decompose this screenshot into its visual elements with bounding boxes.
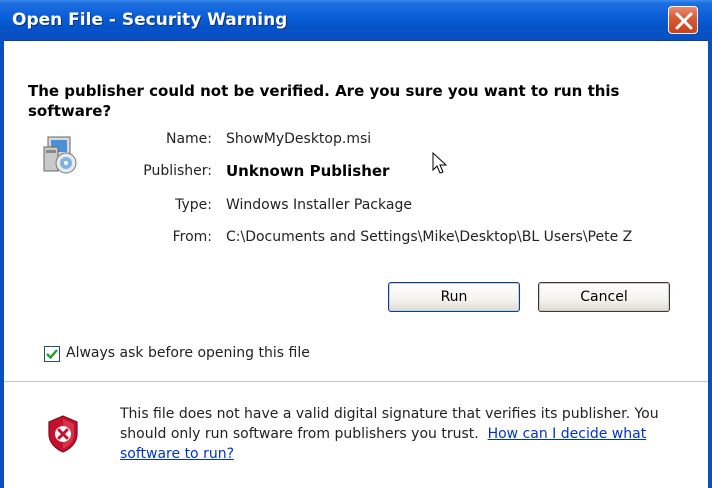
window-border-right [708,40,712,488]
mouse-cursor-icon [432,152,448,174]
checkmark-icon [46,349,58,360]
title-bar[interactable]: Open File - Security Warning [0,0,712,41]
type-label: Type: [175,197,212,213]
close-icon [675,12,693,30]
cancel-button[interactable]: Cancel [538,282,670,312]
always-ask-label[interactable]: Always ask before opening this file [66,345,310,361]
dialog-heading: The publisher could not be verified. Are… [28,82,620,120]
type-value: Windows Installer Package [226,197,412,213]
close-button[interactable] [668,6,698,34]
dialog-body: The publisher could not be verified. Are… [4,41,708,488]
always-ask-checkbox[interactable] [44,346,60,362]
section-divider-highlight [4,382,708,383]
name-value: ShowMyDesktop.msi [226,131,372,147]
from-label: From: [172,229,212,245]
installer-package-icon [43,136,77,174]
publisher-label: Publisher: [143,163,212,179]
window-title: Open File - Security Warning [12,10,288,30]
publisher-value: Unknown Publisher [226,162,390,180]
security-warning-dialog: Open File - Security Warning The publish… [0,0,712,488]
from-value: C:\Documents and Settings\Mike\Desktop\B… [226,229,633,245]
signature-warning: This file does not have a valid digital … [120,404,680,464]
name-label: Name: [165,131,212,147]
security-shield-icon [48,415,78,453]
run-button[interactable]: Run [388,282,520,312]
